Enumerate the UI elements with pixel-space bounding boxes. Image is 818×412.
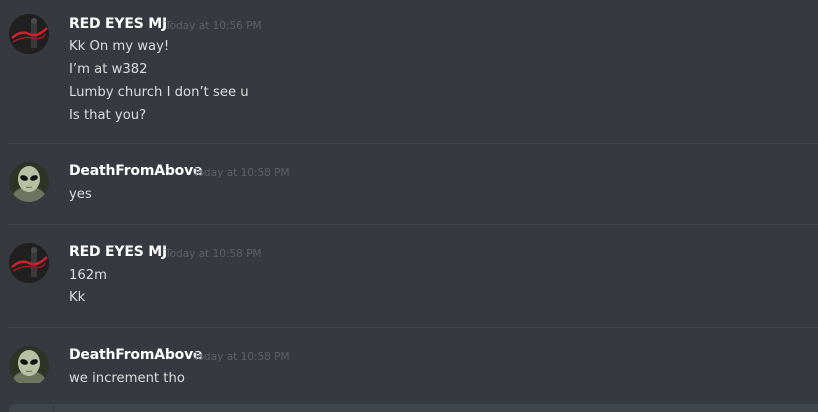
alien-avatar-icon[interactable] — [9, 162, 49, 202]
message-group: DeathFromAbove Today at 10:58 PM we incr… — [0, 328, 818, 383]
message-text: we increment tho — [69, 371, 185, 383]
message-timestamp: Today at 10:56 PM — [165, 20, 262, 32]
message-text: Kk — [69, 290, 86, 305]
message-author[interactable]: DeathFromAbove — [69, 347, 202, 363]
message-group: RED EYES MJ Today at 10:58 PM 162m Kk — [0, 225, 818, 327]
message-group: RED EYES MJ Today at 10:56 PM Kk On my w… — [0, 0, 818, 143]
message-author[interactable]: DeathFromAbove — [69, 163, 202, 179]
message-timestamp: Today at 10:58 PM — [193, 167, 290, 179]
message-text: Is that you? — [69, 108, 147, 123]
message-text: 162m — [69, 268, 108, 283]
message-timestamp: Today at 10:58 PM — [193, 351, 290, 363]
message-text: Kk On my way! — [69, 39, 170, 54]
message-text: Lumby church I don’t see u — [69, 85, 249, 100]
chat-message-list: RED EYES MJ Today at 10:56 PM Kk On my w… — [0, 0, 818, 412]
message-author[interactable]: RED EYES MJ — [69, 244, 167, 260]
message-author[interactable]: RED EYES MJ — [69, 16, 167, 32]
message-input[interactable] — [9, 404, 818, 412]
message-timestamp: Today at 10:58 PM — [165, 248, 262, 260]
red-eyes-thriller-avatar-icon[interactable] — [9, 243, 49, 283]
message-input-area — [0, 383, 818, 412]
input-separator — [53, 406, 54, 412]
alien-avatar-icon[interactable] — [9, 346, 49, 383]
message-text: yes — [69, 187, 92, 202]
message-group: DeathFromAbove Today at 10:58 PM yes — [0, 144, 818, 224]
red-eyes-thriller-avatar-icon[interactable] — [9, 14, 49, 54]
message-text: I’m at w382 — [69, 62, 148, 77]
